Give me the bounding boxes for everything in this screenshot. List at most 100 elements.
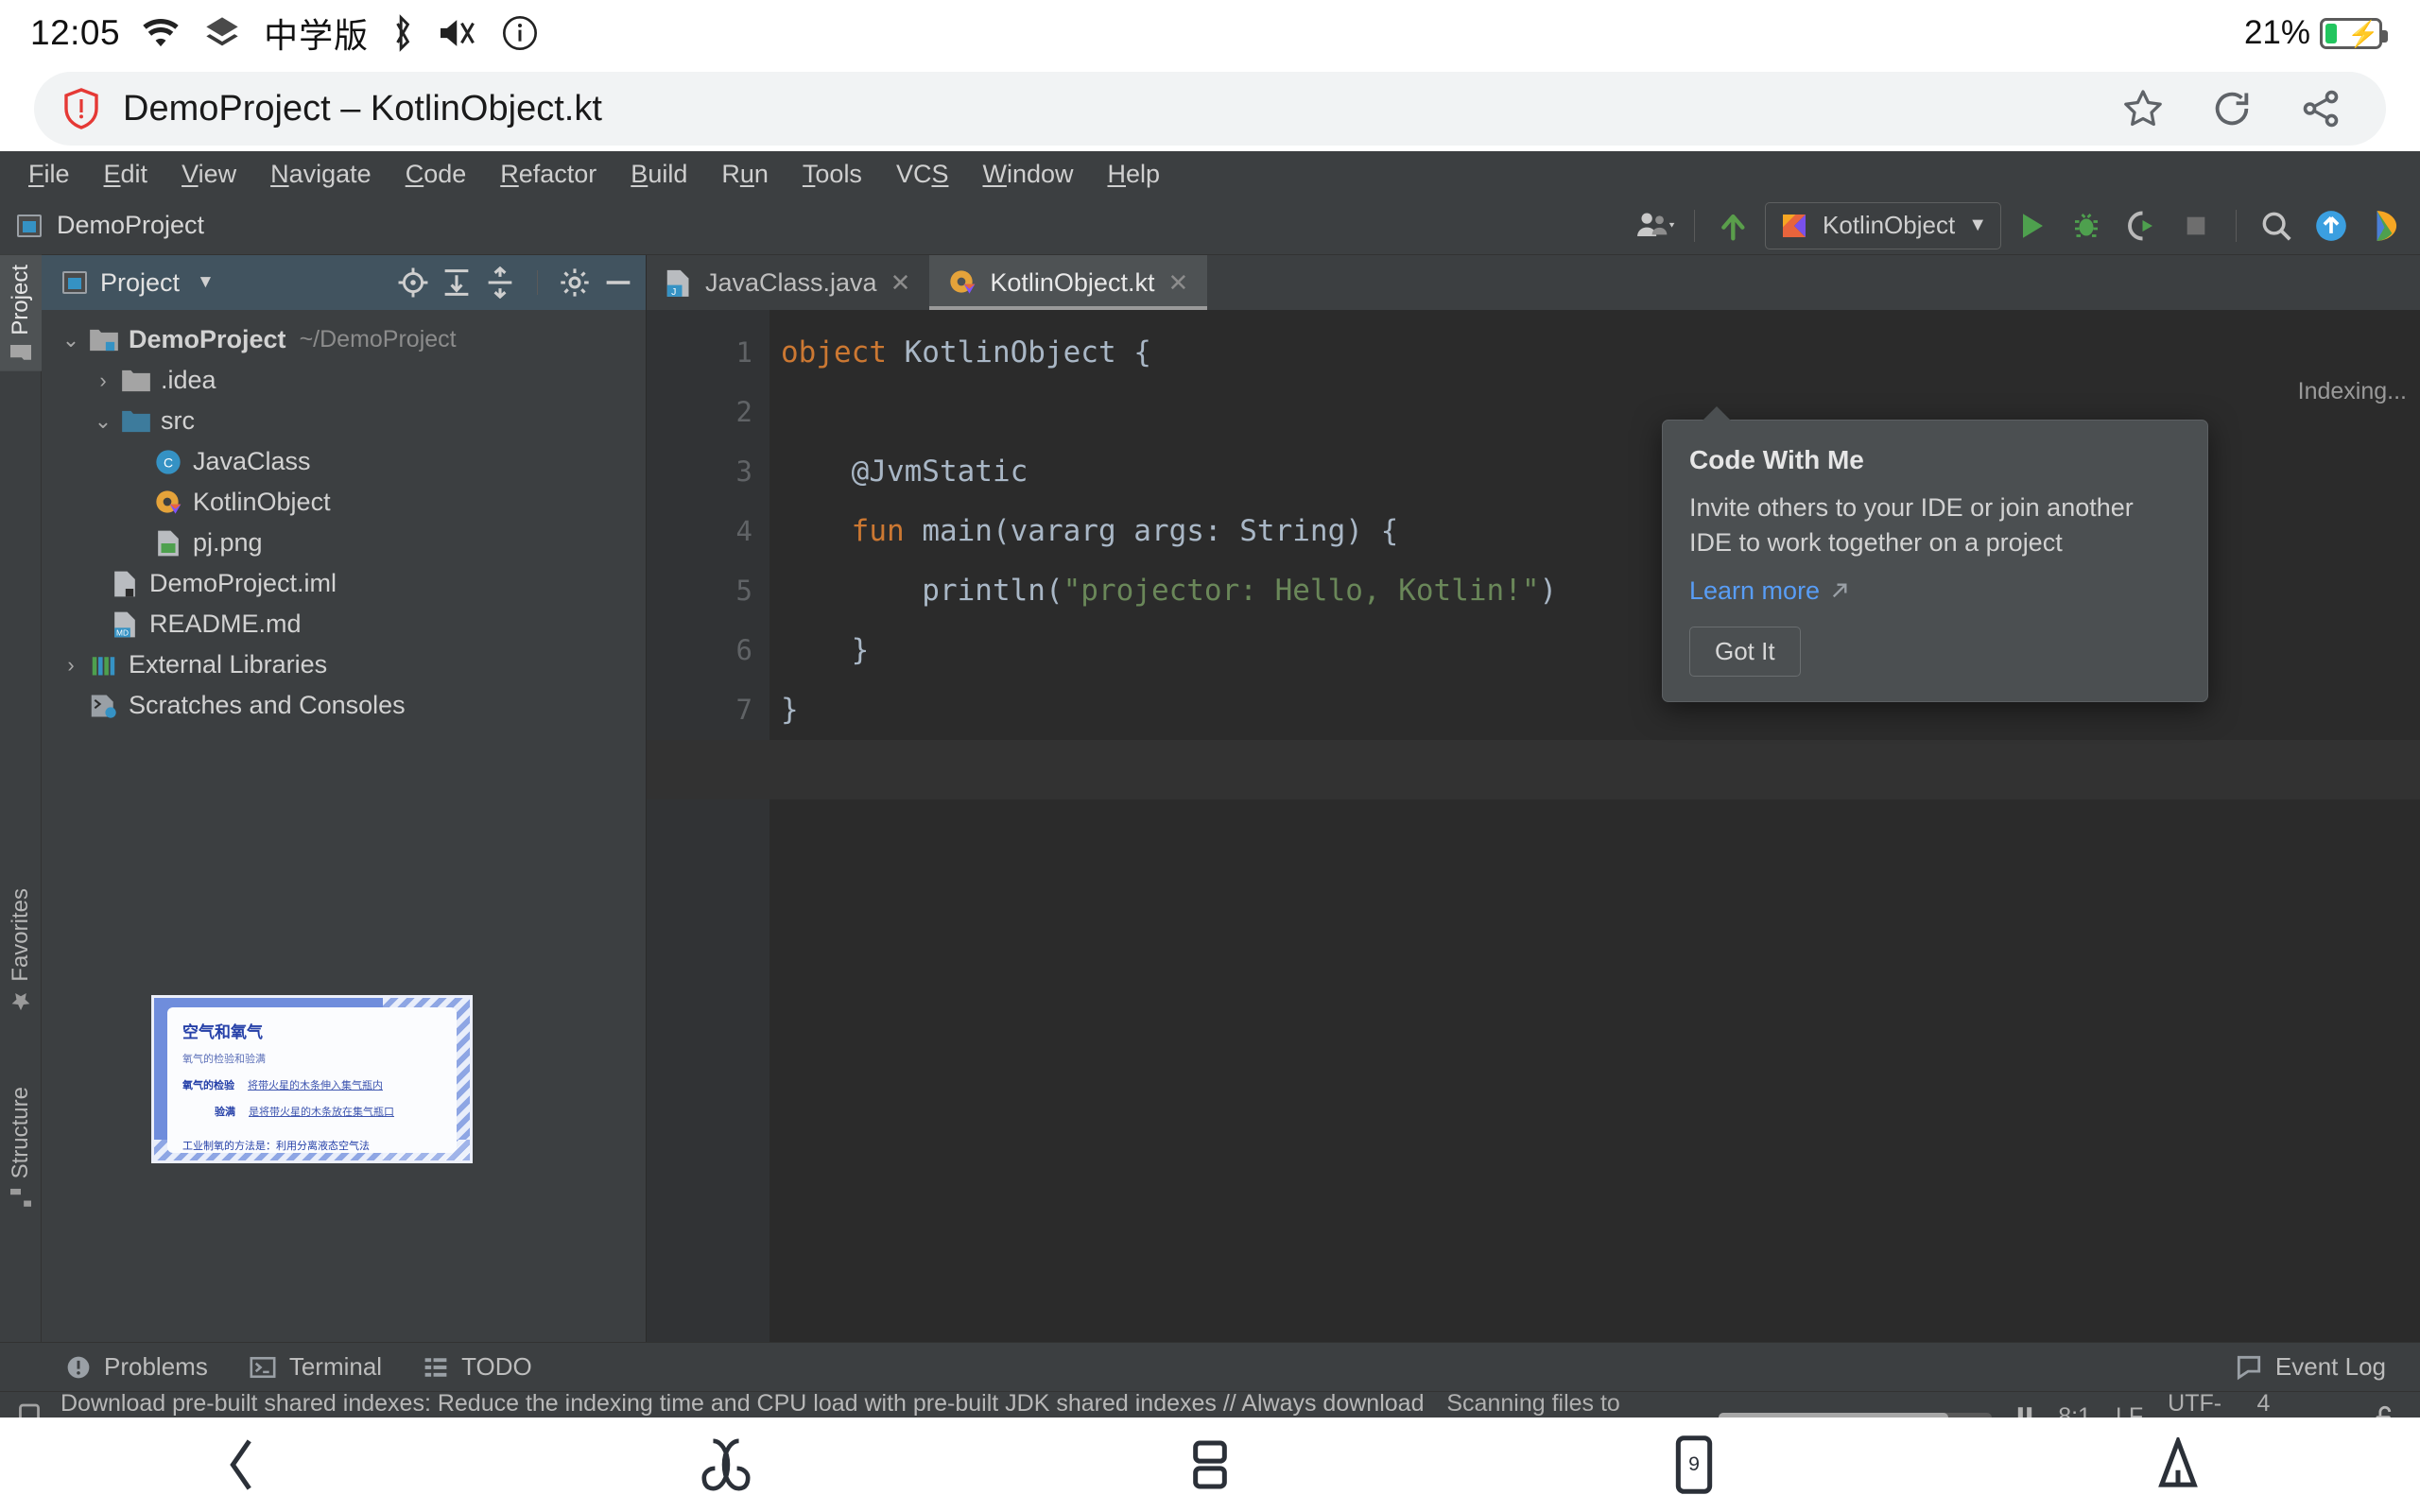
menu-edit[interactable]: Edit — [87, 156, 165, 193]
ide-toolbar: DemoProject Kot — [0, 197, 2420, 255]
address-bar[interactable]: DemoProject – KotlinObject.kt — [34, 72, 2386, 146]
star-icon[interactable] — [2121, 87, 2165, 130]
scratches-icon — [87, 693, 121, 719]
tree-twisty[interactable]: ⌄ — [87, 409, 119, 434]
got-it-button[interactable]: Got It — [1689, 627, 1801, 677]
menu-run[interactable]: Run — [704, 156, 786, 193]
tree-row-demoproject[interactable]: ⌄ DemoProject ~/DemoProject — [42, 319, 646, 360]
tree-twisty[interactable]: ⌄ — [55, 328, 87, 352]
run-icon[interactable] — [2007, 201, 2056, 250]
share-icon[interactable] — [2299, 87, 2342, 130]
menu-help[interactable]: Help — [1091, 156, 1178, 193]
tree-row-idea[interactable]: › .idea — [42, 360, 646, 401]
code-with-me-icon[interactable] — [1630, 201, 1679, 250]
tree-label: Scratches and Consoles — [129, 691, 406, 720]
stop-icon[interactable] — [2171, 201, 2221, 250]
expand-all-icon[interactable] — [441, 266, 473, 299]
locate-icon[interactable] — [397, 266, 429, 299]
line-number: 2 — [647, 383, 769, 442]
collapse-all-icon[interactable] — [484, 266, 516, 299]
bottom-tab-todo[interactable]: TODO — [424, 1352, 532, 1382]
hide-icon[interactable] — [602, 266, 634, 299]
sidebar-label-project: Project — [8, 265, 34, 335]
tree-row-external-libraries[interactable]: › External Libraries — [42, 644, 646, 685]
back-icon[interactable] — [185, 1418, 299, 1512]
android-nav-bar: 9 — [0, 1418, 2420, 1512]
update-project-icon[interactable] — [1710, 201, 1759, 250]
folder-icon — [119, 369, 153, 393]
tree-label: src — [161, 406, 195, 436]
tree-row-iml[interactable]: DemoProject.iml — [42, 563, 646, 604]
menu-refactor[interactable]: Refactor — [483, 156, 614, 193]
plugins-icon[interactable] — [2361, 201, 2411, 250]
todo-icon — [424, 1355, 448, 1380]
event-log-button[interactable]: Event Log — [2236, 1352, 2420, 1382]
line-number: 3 — [647, 442, 769, 502]
tree-twisty[interactable]: › — [87, 369, 119, 393]
chevron-down-icon[interactable]: ▼ — [197, 272, 215, 293]
menu-tools[interactable]: Tools — [786, 156, 879, 193]
menu-build[interactable]: Build — [614, 156, 704, 193]
code-with-me-popup: Code With Me Invite others to your IDE o… — [1662, 420, 2208, 702]
kotlin-object-icon — [151, 489, 185, 517]
sidebar-item-structure[interactable]: Structure — [0, 1077, 42, 1216]
tree-twisty[interactable]: › — [55, 653, 87, 678]
bottom-tab-problems[interactable]: Problems — [66, 1352, 208, 1382]
breadcrumb[interactable]: DemoProject — [17, 211, 204, 240]
menu-vcs[interactable]: VCS — [879, 156, 966, 193]
menu-navigate[interactable]: Navigate — [253, 156, 389, 193]
refresh-icon[interactable] — [2210, 87, 2254, 130]
recents-icon[interactable] — [1153, 1418, 1267, 1512]
java-class-icon: C — [151, 448, 185, 476]
close-icon[interactable]: ✕ — [890, 268, 911, 298]
java-file-icon: J — [666, 268, 692, 297]
problems-icon — [66, 1355, 91, 1380]
upload-icon[interactable] — [2307, 201, 2356, 250]
status-bar-right: 21% ⚡ — [2244, 14, 2420, 52]
menu-code[interactable]: Code — [389, 156, 484, 193]
bottom-tab-label: TODO — [461, 1352, 532, 1382]
terminal-icon — [250, 1355, 276, 1380]
image-preview-thumbnail[interactable]: 空气和氧气 氧气的检验和验满 氧气的检验 将带火星的木条伸入集气瓶内 验满 是将… — [151, 995, 473, 1163]
svg-text:MD: MD — [116, 627, 129, 637]
chevron-down-icon: ▼ — [1968, 215, 1987, 236]
line-number: 5 — [647, 561, 769, 621]
settings-icon[interactable] — [559, 266, 591, 299]
sidebar-label-favorites: Favorites — [8, 888, 34, 982]
tree-row-scratches[interactable]: Scratches and Consoles — [42, 685, 646, 726]
tab-kotlinobject-kt[interactable]: KotlinObject.kt ✕ — [929, 255, 1207, 310]
tab-javaclass-java[interactable]: J JavaClass.java ✕ — [647, 255, 929, 310]
tree-row-javaclass[interactable]: C JavaClass — [42, 441, 646, 482]
project-panel-title: Project — [100, 268, 180, 298]
tree-row-src[interactable]: ⌄ src — [42, 401, 646, 441]
run-configuration-selector[interactable]: KotlinObject ▼ — [1765, 202, 2001, 249]
phone-badge-icon[interactable]: 9 — [1637, 1418, 1751, 1512]
tree-label: JavaClass — [193, 447, 311, 476]
sidebar-item-project[interactable]: Project — [0, 255, 42, 371]
menu-file[interactable]: File — [11, 156, 87, 193]
close-icon[interactable]: ✕ — [1167, 268, 1188, 298]
learn-more-link[interactable]: Learn more — [1689, 576, 1850, 606]
tree-row-kotlinobject[interactable]: KotlinObject — [42, 482, 646, 523]
tree-row-pjpng[interactable]: pj.png — [42, 523, 646, 563]
run-with-coverage-icon[interactable] — [2117, 201, 2166, 250]
keyboard-icon[interactable] — [669, 1418, 783, 1512]
menu-window[interactable]: Window — [965, 156, 1090, 193]
browser-title-bar: DemoProject – KotlinObject.kt — [0, 66, 2420, 151]
search-icon[interactable] — [2252, 201, 2301, 250]
home-icon[interactable] — [2121, 1418, 2235, 1512]
project-panel-actions — [397, 266, 634, 299]
menu-view[interactable]: View — [164, 156, 253, 193]
code-line-1: object KotlinObject { — [781, 323, 2420, 383]
debug-icon[interactable] — [2062, 201, 2111, 250]
wifi-icon — [141, 17, 181, 49]
star-icon — [10, 991, 31, 1012]
image-file-icon — [151, 529, 185, 558]
bottom-tab-terminal[interactable]: Terminal — [250, 1352, 382, 1382]
sidebar-item-favorites[interactable]: Favorites — [0, 879, 42, 1022]
popup-description: Invite others to your IDE or join anothe… — [1689, 490, 2181, 561]
caret-row-highlight — [647, 740, 2420, 799]
folder-icon — [10, 345, 31, 362]
tree-row-readme[interactable]: MD README.md — [42, 604, 646, 644]
tree-label: pj.png — [193, 528, 263, 558]
